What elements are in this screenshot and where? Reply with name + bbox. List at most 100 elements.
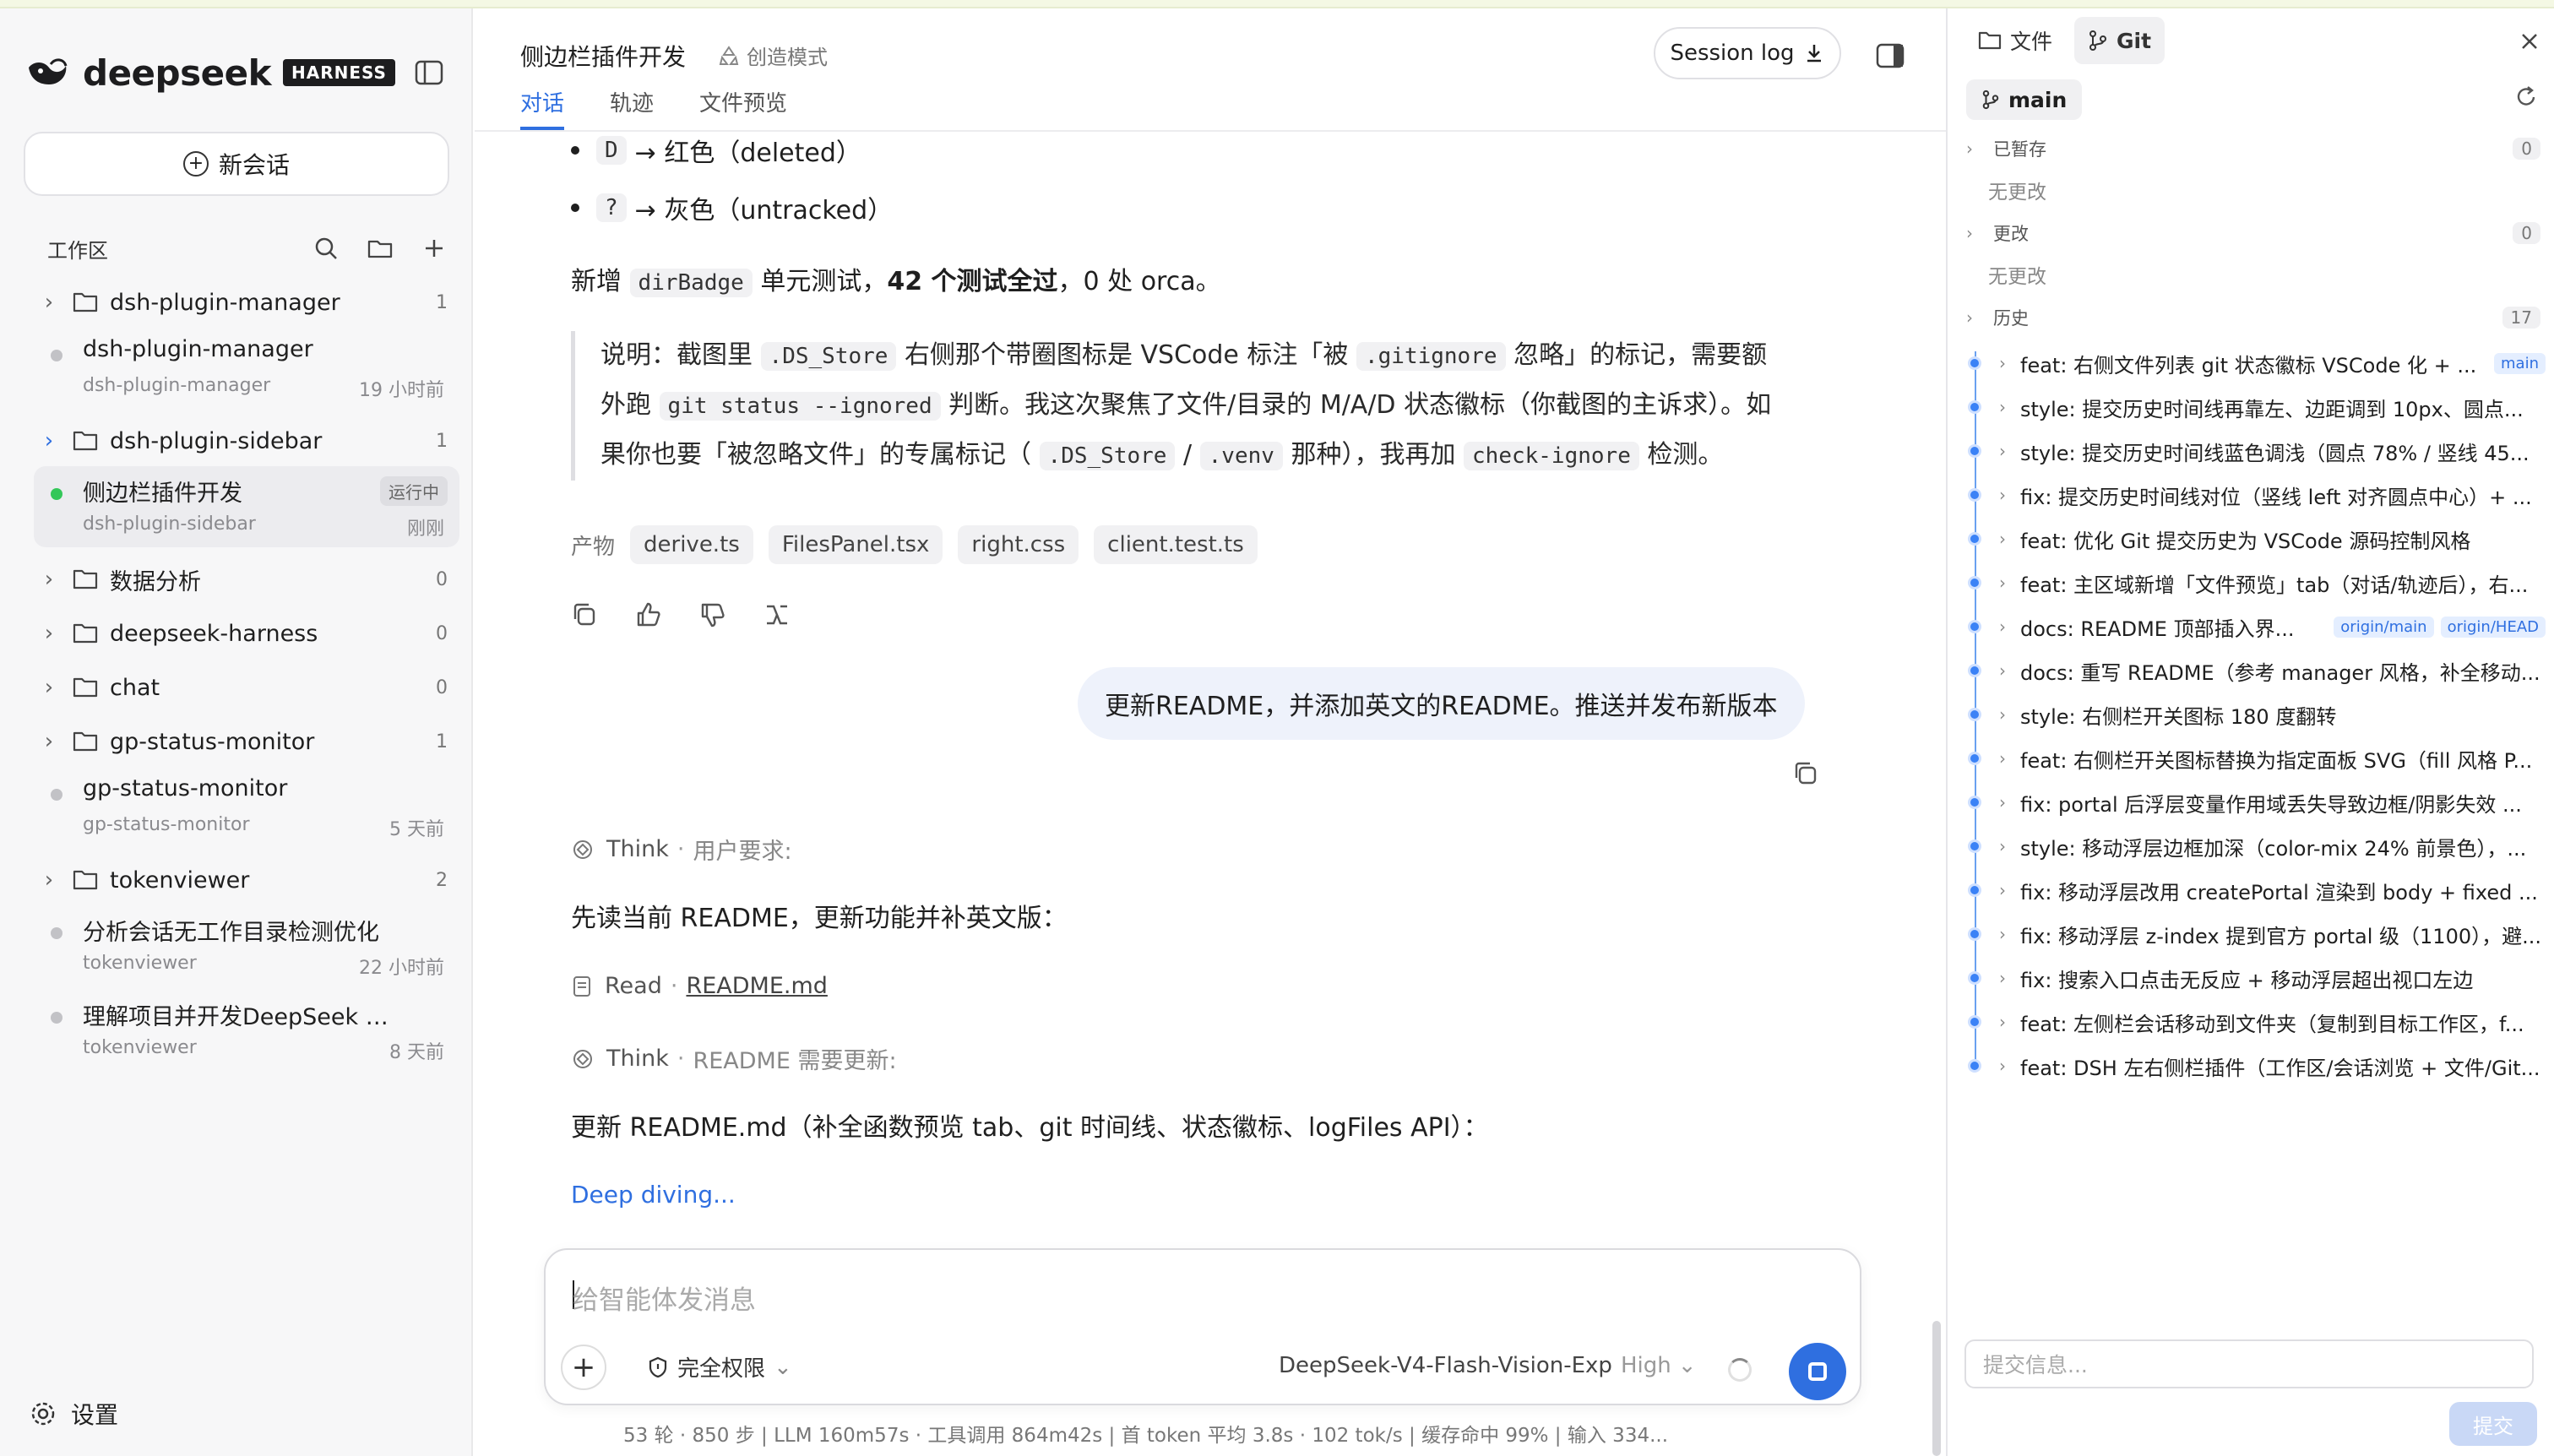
folder-row[interactable]: › dsh-plugin-sidebar 1	[34, 420, 456, 462]
session-item[interactable]: dsh-plugin-manager dsh-plugin-manager 19…	[34, 328, 459, 409]
session-time: 5 天前	[389, 819, 444, 840]
model-selector[interactable]: DeepSeek-V4-Flash-Vision-Exp High ⌄	[1279, 1353, 1697, 1378]
scrollbar[interactable]	[1932, 1321, 1941, 1456]
session-item[interactable]: 理解项目并开发DeepSeek Harne... tokenviewer 8 天…	[34, 990, 459, 1071]
commit-message: feat: 右侧文件列表 git 状态徽标 VSCode 化 + ...	[2020, 353, 2477, 378]
commit-row[interactable]: › docs: README 顶部插入界... origin/main origin/…	[1963, 605, 2546, 649]
thumbs-down-button[interactable]	[698, 600, 731, 633]
staged-section[interactable]: › 已暂存 0	[1966, 130, 2540, 167]
commit-message: feat: 左侧栏会话移动到文件夹（复制到目标工作区，f...	[2020, 1012, 2524, 1036]
document-icon	[573, 975, 590, 997]
commit-row[interactable]: › feat: DSH 左右侧栏插件（工作区/会话浏览 + 文件/Git...	[1963, 1044, 2546, 1088]
commit-row[interactable]: › feat: 主区域新增「文件预览」tab（对话/轨迹后），右...	[1963, 561, 2546, 605]
paragraph: 更新 README.md（补全函数预览 tab、git 时间线、状态徽标、log…	[571, 1113, 1489, 1143]
mode-label: 创造模式	[747, 46, 828, 69]
session-log-button[interactable]: Session log	[1654, 27, 1841, 79]
commit-message: style: 提交历史时间线蓝色调浅（圆点 78% / 竖线 45...	[2020, 441, 2530, 465]
loading-spinner-icon	[1728, 1358, 1752, 1382]
commit-row[interactable]: › fix: portal 后浮层变量作用域丢失导致边框/阴影失效 ...	[1963, 780, 2546, 824]
commit-row[interactable]: › feat: 左侧栏会话移动到文件夹（复制到目标工作区，f...	[1963, 1000, 2546, 1044]
attach-button[interactable]: +	[561, 1345, 606, 1390]
workspace-title: 工作区	[47, 238, 108, 263]
folder-row[interactable]: › tokenviewer 2	[34, 859, 456, 901]
commit-row[interactable]: › style: 右侧栏开关图标 180 度翻转	[1963, 693, 2546, 736]
commit-button[interactable]: 提交	[2449, 1402, 2537, 1446]
tab-files[interactable]: 文件	[1964, 17, 2066, 64]
tab-file-preview[interactable]: 文件预览	[699, 86, 787, 130]
blockquote: 说明：截图里 .DS_Store 右侧那个带圈图标是 VSCode 标注「被 .…	[571, 331, 1821, 481]
commit-row[interactable]: › fix: 移动浮层改用 createPortal 渲染到 body + fix…	[1963, 868, 2546, 912]
commit-row[interactable]: › docs: 重写 README（参考 manager 风格，补全移动...	[1963, 649, 2546, 693]
folder-name: deepseek-harness	[110, 620, 318, 647]
session-time: 刚刚	[406, 519, 444, 540]
commit-row[interactable]: › feat: 右侧栏开关图标替换为指定面板 SVG（fill 风格 P...	[1963, 736, 2546, 780]
commit-row[interactable]: › style: 移动浮层边框加深（color-mix 24% 前景色），...	[1963, 824, 2546, 868]
new-chat-button[interactable]: + 新会话	[24, 132, 449, 196]
tab-git[interactable]: Git	[2074, 17, 2165, 64]
thumbs-down-icon	[701, 603, 725, 627]
copy-user-message-button[interactable]	[1791, 758, 1824, 792]
add-workspace-button[interactable]	[416, 230, 453, 267]
branch-button[interactable]	[762, 600, 796, 633]
new-folder-button[interactable]	[361, 230, 399, 267]
message-input[interactable]: 给智能体发消息	[573, 1279, 756, 1317]
session-running-badge: 运行中	[380, 476, 448, 506]
inline-code: check-ignore	[1464, 442, 1639, 470]
session-status-dot	[51, 1012, 62, 1024]
session-item[interactable]: gp-status-monitor gp-status-monitor 5 天前	[34, 767, 459, 848]
session-workspace: tokenviewer	[83, 953, 197, 974]
folder-count: 1	[436, 430, 448, 452]
session-item-active[interactable]: 侧边栏插件开发 运行中 dsh-plugin-sidebar 刚刚	[34, 466, 459, 547]
session-item[interactable]: 分析会话无工作目录检测优化 tokenviewer 22 小时前	[34, 905, 459, 986]
folder-row[interactable]: › chat 0	[34, 666, 456, 709]
commit-row[interactable]: › fix: 移动浮层 z-index 提到官方 portal 级（1100），避…	[1963, 912, 2546, 956]
commit-message-input[interactable]: 提交信息...	[1964, 1339, 2534, 1388]
tab-conversation[interactable]: 对话	[520, 86, 565, 130]
sidebar-collapse-button[interactable]	[412, 56, 446, 90]
commit-row[interactable]: › style: 提交历史时间线蓝色调浅（圆点 78% / 竖线 45...	[1963, 429, 2546, 473]
commit-dot	[1968, 796, 1981, 809]
chevron-right-icon: ›	[1999, 924, 2006, 944]
folder-row[interactable]: › dsh-plugin-manager 1	[34, 281, 456, 323]
read-file-link[interactable]: README.md	[686, 973, 827, 999]
folder-icon	[1978, 31, 2002, 50]
left-sidebar: deepseek HARNESS + 新会话 工作区 › dsh-plugin-…	[0, 8, 473, 1456]
artifact-chip[interactable]: derive.ts	[630, 525, 753, 564]
permission-label: 完全权限	[677, 1356, 766, 1382]
commit-message: feat: 优化 Git 提交历史为 VSCode 源码控制风格	[2020, 529, 2471, 553]
search-button[interactable]	[307, 230, 345, 267]
branch-selector[interactable]: main	[1966, 79, 2083, 120]
history-section[interactable]: › 历史 17	[1966, 299, 2540, 336]
artifact-chip[interactable]: client.test.ts	[1094, 525, 1258, 564]
inline-code: .DS_Store	[1039, 442, 1176, 470]
commit-message: docs: 重写 README（参考 manager 风格，补全移动...	[2020, 660, 2540, 685]
folder-row[interactable]: › gp-status-monitor 1	[34, 720, 456, 763]
settings-button[interactable]: 设置	[29, 1397, 118, 1431]
plus-icon: +	[571, 1350, 596, 1384]
folder-row[interactable]: › deepseek-harness 0	[34, 612, 456, 655]
commit-row[interactable]: › style: 提交历史时间线再靠左、边距调到 10px、圆点...	[1963, 385, 2546, 429]
read-step[interactable]: Read · README.md	[571, 973, 828, 999]
commit-row[interactable]: › fix: 搜索入口点击无反应 + 移动浮层超出视口左边	[1963, 956, 2546, 1000]
changes-section[interactable]: › 更改 0	[1966, 215, 2540, 252]
close-panel-button[interactable]	[2515, 27, 2544, 56]
refresh-button[interactable]	[2513, 84, 2542, 113]
list-item: ? → 灰色（untracked）	[571, 189, 893, 226]
folder-row[interactable]: › 数据分析 0	[34, 558, 456, 600]
think-step[interactable]: Think · 用户要求:	[571, 833, 792, 866]
session-title: dsh-plugin-manager	[83, 336, 313, 362]
think-step[interactable]: Think · README 需要更新:	[571, 1042, 897, 1075]
inline-code: .DS_Store	[760, 342, 897, 371]
thumbs-up-button[interactable]	[633, 600, 667, 633]
commit-row[interactable]: › fix: 提交历史时间线对位（竖线 left 对齐圆点中心）+ ...	[1963, 473, 2546, 517]
artifact-chip[interactable]: FilesPanel.tsx	[768, 525, 943, 564]
permission-selector[interactable]: 完全权限 ⌄	[647, 1351, 792, 1383]
commit-row[interactable]: › feat: 右侧文件列表 git 状态徽标 VSCode 化 + ... mai…	[1963, 341, 2546, 385]
artifact-chip[interactable]: right.css	[958, 525, 1079, 564]
tab-trajectory[interactable]: 轨迹	[610, 86, 654, 130]
stop-button[interactable]	[1789, 1343, 1846, 1400]
copy-button[interactable]	[569, 600, 603, 633]
commit-row[interactable]: › feat: 优化 Git 提交历史为 VSCode 源码控制风格	[1963, 517, 2546, 561]
right-panel-toggle[interactable]	[1873, 39, 1907, 73]
chevron-right-icon: ›	[1999, 836, 2006, 856]
